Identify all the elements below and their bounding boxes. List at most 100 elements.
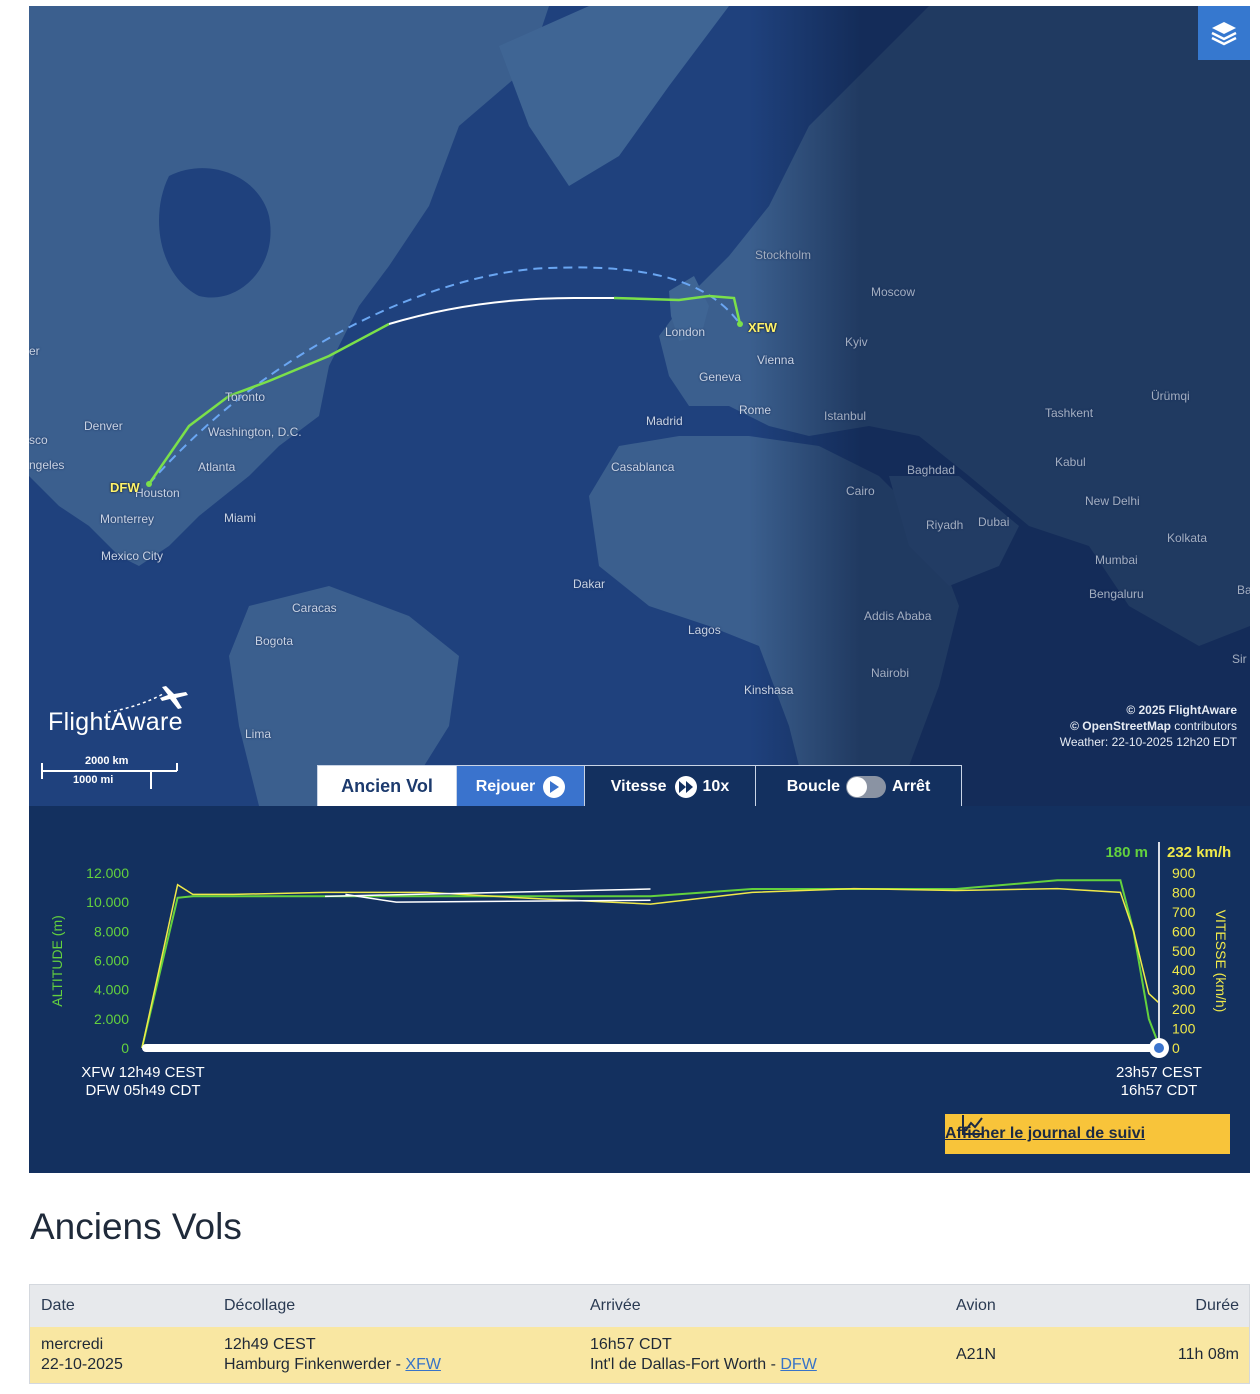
altitude-speed-graph: 12.000 10.000 8.000 6.000 4.000 2.000 0 900 800 7… [29,806,1250,1173]
city-label: Geneva [699,370,742,384]
layers-icon [1211,22,1237,46]
scale-km-label: 2000 km [85,755,129,767]
city-label: New Delhi [1085,494,1140,508]
row-day: mercredi [41,1336,104,1353]
altitude-axis-title: ALTITUDE (m) [49,915,65,1007]
city-label: Tashkent [1045,406,1094,420]
row-arrival-airport: Int'l de Dallas-Fort Worth - [590,1356,781,1373]
city-label: Mumbai [1095,553,1138,567]
city-label: London [665,325,706,339]
city-label: Lima [245,727,272,741]
altitude-tick-label: 4.000 [94,982,129,998]
city-label: Dakar [573,577,606,591]
row-date: mercredi 22-10-2025 [41,1335,123,1375]
end-time: 23h57 CEST 16h57 CDT [1089,1064,1229,1100]
column-header-aircraft[interactable]: Avion [956,1297,996,1315]
city-label: Bogota [255,634,294,648]
city-label: Cairo [846,484,875,498]
past-flights-table: Date Décollage Arrivée Avion Durée mercr… [29,1284,1250,1384]
row-date-value: 22-10-2025 [41,1356,123,1373]
altitude-tick-label: 2.000 [94,1011,129,1027]
speed-tick-label: 700 [1172,904,1196,920]
destination-airport-label[interactable]: DFW [110,480,140,495]
attribution-weather: Weather: 22-10-2025 12h20 EDT [1059,735,1237,749]
attribution-osm-link[interactable]: © OpenStreetMap [1070,719,1171,733]
city-label: Kolkata [1167,531,1208,545]
altitude-series-line [141,879,1160,1049]
vitesse-button[interactable]: Vitesse 10x [585,766,756,806]
rejouer-label: Rejouer [475,777,536,795]
start-time-origin: XFW 12h49 CEST [81,1064,205,1081]
city-label: Vienna [757,353,795,367]
layers-button[interactable] [1198,6,1250,60]
row-arrival-code-link[interactable]: DFW [780,1356,816,1373]
column-header-date[interactable]: Date [41,1297,75,1315]
end-time-destination: 16h57 CDT [1120,1082,1198,1099]
attribution-contributors: contributors [1170,719,1237,733]
city-label: Caracas [292,601,337,615]
boucle-state: Arrêt [892,777,931,795]
city-label: Kyiv [845,335,868,349]
speed-tick-label: 100 [1172,1021,1196,1037]
city-label: Sir [1232,652,1247,666]
past-flights-heading: Anciens Vols [30,1206,242,1247]
map-scale: 2000 km 1000 mi [41,753,179,789]
city-label: Houston [135,486,180,500]
row-departure-time: 12h49 CEST [224,1336,316,1353]
attribution-copyright: © 2025 FlightAware [1126,703,1237,717]
boucle-toggle[interactable]: Boucle Arrêt [756,766,961,806]
city-label: Baghdad [907,463,956,477]
speed-tick-label: 300 [1172,982,1196,998]
city-label: Stockholm [755,248,812,262]
city-label: Monterrey [100,512,155,526]
row-departure-code-link[interactable]: XFW [405,1356,441,1373]
ancien-vol-tab[interactable]: Ancien Vol [318,766,457,806]
track-log-button[interactable]: Afficher le journal de suivi [945,1114,1230,1154]
timeline-handle-dot [1154,1043,1164,1053]
speed-series-line [141,883,1160,1049]
table-row[interactable]: mercredi 22-10-2025 12h49 CEST Hamburg F… [30,1327,1249,1383]
row-departure: 12h49 CEST Hamburg Finkenwerder - XFW [224,1335,441,1375]
logo-text: FlightAware [48,708,183,736]
city-label: Bengaluru [1089,587,1144,601]
playback-controls: Ancien Vol Rejouer Vitesse 10x Boucle Ar… [317,765,962,806]
timeline-track [142,1044,1159,1052]
city-label: Addis Ababa [864,609,932,623]
city-label: Denver [84,419,123,433]
table-header: Date Décollage Arrivée Avion Durée [30,1285,1249,1327]
vitesse-label: Vitesse [610,777,667,795]
city-label: Ürümqi [1151,389,1190,403]
city-label: ngeles [29,458,65,472]
row-departure-airport: Hamburg Finkenwerder - [224,1356,406,1373]
city-label: Atlanta [198,460,236,474]
speed-tick-label: 0 [1172,1040,1180,1056]
current-speed: 232 km/h [1167,844,1231,861]
origin-airport-label[interactable]: XFW [748,320,777,335]
row-arrival-time: 16h57 CDT [590,1336,672,1353]
vitesse-value: 10x [702,777,730,795]
fast-forward-icon [674,775,697,798]
city-label: Madrid [646,414,683,428]
city-label: Rome [739,403,772,417]
city-label: sco [29,433,48,447]
row-duration: 11h 08m [1177,1346,1239,1363]
column-header-arrival[interactable]: Arrivée [590,1297,641,1315]
row-arrival: 16h57 CDT Int'l de Dallas-Fort Worth - D… [590,1335,817,1375]
city-label: Lagos [688,623,721,637]
column-header-duration[interactable]: Durée [1195,1297,1239,1315]
boucle-switch[interactable] [846,775,887,798]
flight-map[interactable]: Stockholm Moscow London Kyiv Vienna Geneva Rom… [29,6,1250,806]
column-header-departure[interactable]: Décollage [224,1297,295,1315]
end-time-origin: 23h57 CEST [1116,1064,1202,1081]
altitude-tick-label: 0 [121,1040,129,1056]
city-label: Bang [1237,583,1250,597]
city-label: Riyadh [926,518,964,532]
city-label: Mexico City [101,549,164,563]
rejouer-button[interactable]: Rejouer [457,766,585,806]
city-label: Kabul [1055,455,1086,469]
city-label: er [29,344,40,358]
speed-tick-label: 200 [1172,1001,1196,1017]
speed-tick-label: 600 [1172,923,1196,939]
speed-axis-title: VITESSE (km/h) [1213,910,1229,1013]
speed-tick-label: 400 [1172,962,1196,978]
